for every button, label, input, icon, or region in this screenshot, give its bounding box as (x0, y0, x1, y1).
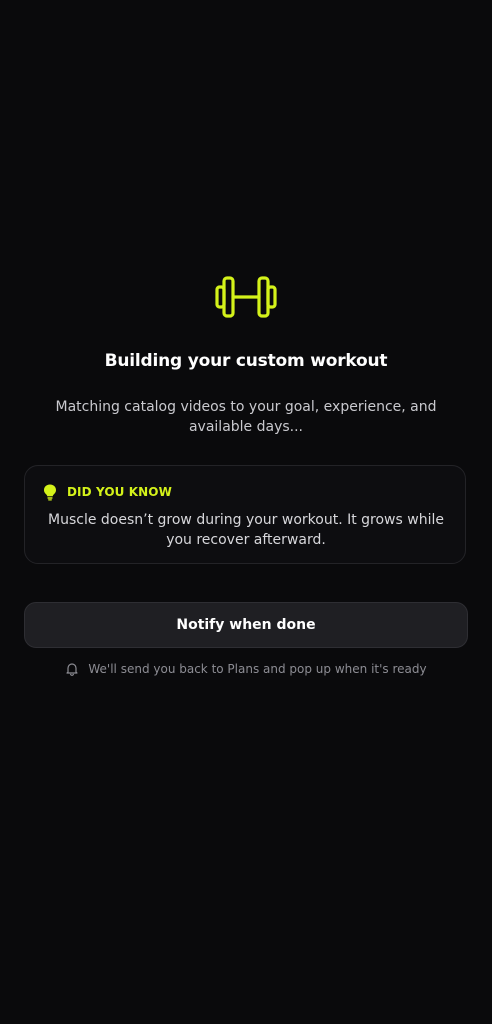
bell-icon (66, 663, 78, 676)
notify-hint-text: We'll send you back to Plans and pop up … (88, 662, 427, 676)
dumbbell-icon (215, 276, 277, 318)
notify-when-done-button[interactable]: Notify when done (24, 602, 468, 648)
did-you-know-card: DID YOU KNOW Muscle doesn’t grow during … (24, 465, 466, 564)
lightbulb-icon (44, 484, 56, 500)
notify-hint: We'll send you back to Plans and pop up … (0, 660, 492, 678)
notify-button-label: Notify when done (176, 617, 316, 633)
tip-header: DID YOU KNOW (43, 483, 172, 501)
workout-builder-screen: Building your custom workout Matching ca… (0, 0, 492, 1024)
tip-body: Muscle doesn’t grow during your workout.… (48, 512, 444, 548)
page-subtitle: Matching catalog videos to your goal, ex… (55, 399, 437, 435)
page-title: Building your custom workout (104, 351, 388, 371)
tip-heading: DID YOU KNOW (67, 485, 172, 499)
